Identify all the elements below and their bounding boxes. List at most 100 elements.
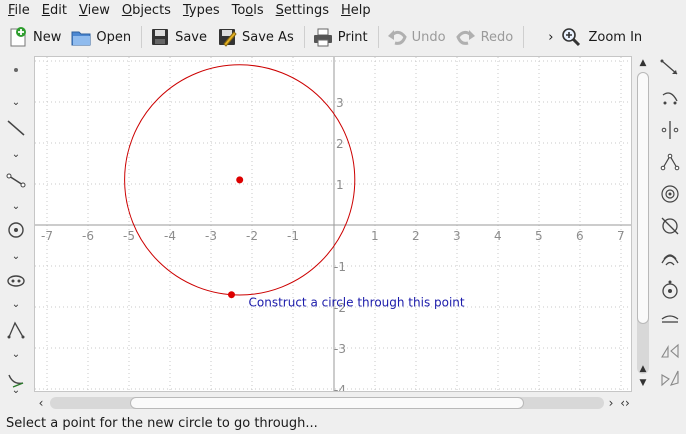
- measure-icon: [661, 315, 679, 323]
- y-tick-label: 1: [336, 178, 344, 192]
- transform-a-icon: [661, 343, 679, 359]
- right-tool-palette: [654, 56, 686, 396]
- menu-types[interactable]: Types: [177, 0, 226, 22]
- x-tick-label: -3: [205, 229, 217, 243]
- save-as-button[interactable]: Save As: [213, 24, 300, 50]
- kig-window: File Edit View Objects Types Tools Setti…: [0, 0, 686, 434]
- save-button[interactable]: Save: [146, 24, 213, 50]
- point-icon: [14, 68, 18, 72]
- angle-tool-button[interactable]: [4, 318, 28, 342]
- scroll-left-right-arrows-icon[interactable]: ‹›: [618, 394, 632, 412]
- spiral-tool-button[interactable]: [658, 182, 682, 206]
- locus-tool-button[interactable]: [658, 278, 682, 302]
- toolbar-overflow-button[interactable]: ›: [544, 30, 557, 45]
- scroll-up-arrow-icon[interactable]: ▲: [634, 56, 652, 70]
- x-tick-label: -5: [123, 229, 135, 243]
- zoom-in-button[interactable]: Zoom In: [557, 24, 648, 50]
- angle-icon: [7, 321, 25, 339]
- transform-a-tool-button[interactable]: [658, 338, 682, 362]
- menu-settings[interactable]: Settings: [270, 0, 335, 22]
- undo-icon: [387, 30, 407, 45]
- save-as-icon: [219, 29, 237, 47]
- mirror-icon: [661, 121, 679, 139]
- y-tick-label: -1: [334, 260, 346, 274]
- menu-tools[interactable]: Tools: [226, 0, 270, 22]
- line-tool-button[interactable]: [4, 116, 28, 140]
- redo-button[interactable]: Redo: [452, 24, 520, 50]
- print-button[interactable]: Print: [309, 24, 374, 50]
- folder-open-icon: [71, 31, 91, 46]
- y-tick-label: 2: [336, 137, 344, 151]
- menu-file[interactable]: File: [2, 0, 36, 22]
- rotate-icon: [662, 92, 678, 105]
- intersect-icon: [661, 217, 679, 235]
- geometry-plot[interactable]: -7 -6 -5 -4 -3 -2 -1 1 2 3 4 5 6 7321-1-2-3-4Construc…: [35, 57, 632, 392]
- x-tick-label: 4: [494, 229, 502, 243]
- x-tick-label: 5: [535, 229, 543, 243]
- x-tick-label: 1: [371, 229, 379, 243]
- main-toolbar: New Open Save Save As Print Undo Redo › …: [0, 22, 686, 52]
- measure-tool-button[interactable]: [658, 308, 682, 332]
- vertical-scrollbar[interactable]: ▲ ▲ ▼: [634, 56, 652, 392]
- horizontal-scroll-thumb[interactable]: [130, 397, 524, 409]
- toolbar-separator: [377, 26, 379, 48]
- toolbar-separator: [303, 26, 305, 48]
- chevron-down-icon[interactable]: ⌄: [9, 202, 23, 212]
- menu-edit[interactable]: Edit: [36, 0, 73, 22]
- toolbar-separator: [141, 26, 143, 48]
- chevron-down-icon[interactable]: ⌄: [9, 98, 23, 108]
- chevron-down-icon[interactable]: ⌄: [9, 252, 23, 262]
- toolbar-separator: [523, 26, 525, 48]
- menu-bar: File Edit View Objects Types Tools Setti…: [0, 0, 686, 22]
- redo-icon: [455, 30, 475, 45]
- menu-help[interactable]: Help: [335, 0, 377, 22]
- x-tick-label: 2: [412, 229, 420, 243]
- circle-tool-button[interactable]: [4, 218, 28, 242]
- line-icon: [7, 120, 25, 136]
- mirror-tool-button[interactable]: [658, 118, 682, 142]
- transform-b-icon: [661, 370, 679, 387]
- segment-tool-button[interactable]: [4, 168, 28, 192]
- conic-icon: [7, 275, 25, 287]
- chevron-down-icon[interactable]: ⌄: [9, 386, 23, 396]
- circle-icon: [8, 222, 24, 238]
- transform-b-tool-button[interactable]: [658, 366, 682, 390]
- segment-icon: [6, 173, 26, 188]
- conic-tool-button[interactable]: [4, 268, 28, 292]
- rotate-tool-button[interactable]: [658, 86, 682, 110]
- open-button[interactable]: Open: [67, 24, 137, 50]
- translate-icon: [660, 153, 680, 171]
- new-button[interactable]: New: [4, 24, 67, 50]
- arc-tool-button[interactable]: [658, 246, 682, 270]
- floppy-save-icon: [152, 29, 169, 45]
- new-document-icon: [10, 27, 26, 47]
- chevron-down-icon[interactable]: ⌄: [9, 350, 23, 360]
- undo-button[interactable]: Undo: [383, 24, 452, 50]
- x-tick-label: -7: [41, 229, 53, 243]
- translate-tool-button[interactable]: [658, 150, 682, 174]
- left-tool-palette: ⌄ ⌄ ⌄ ⌄ ⌄ ⌄ ⌄: [0, 56, 32, 396]
- vector-tool-button[interactable]: [658, 56, 682, 80]
- horizontal-scrollbar[interactable]: ‹ › ‹›: [34, 394, 632, 412]
- zoom-in-icon: [562, 28, 581, 47]
- locus-icon: [662, 280, 678, 299]
- scroll-up-arrow-icon[interactable]: ▲: [634, 362, 652, 376]
- x-tick-label: 7: [617, 229, 625, 243]
- vertical-scroll-thumb[interactable]: [637, 72, 649, 324]
- x-tick-label: -1: [287, 229, 299, 243]
- status-bar: Select a point for the new circle to go …: [6, 416, 318, 431]
- x-tick-label: 3: [453, 229, 461, 243]
- menu-view[interactable]: View: [73, 0, 116, 22]
- spiral-icon: [661, 185, 679, 203]
- chevron-down-icon[interactable]: ⌄: [9, 150, 23, 160]
- drawing-canvas[interactable]: -7 -6 -5 -4 -3 -2 -1 1 2 3 4 5 6 7 3 2 1 -1 -2 -3 -4 Construc…: [34, 56, 632, 392]
- point-tool-button[interactable]: [4, 58, 28, 82]
- intersect-tool-button[interactable]: [658, 214, 682, 238]
- y-tick-label: -4: [334, 383, 346, 392]
- menu-objects[interactable]: Objects: [116, 0, 177, 22]
- chevron-down-icon[interactable]: ⌄: [9, 300, 23, 310]
- scroll-right-arrow-icon[interactable]: ›: [604, 394, 618, 412]
- through-point: [228, 291, 235, 299]
- scroll-down-arrow-icon[interactable]: ▼: [634, 376, 652, 390]
- scroll-left-arrow-icon[interactable]: ‹: [34, 394, 48, 412]
